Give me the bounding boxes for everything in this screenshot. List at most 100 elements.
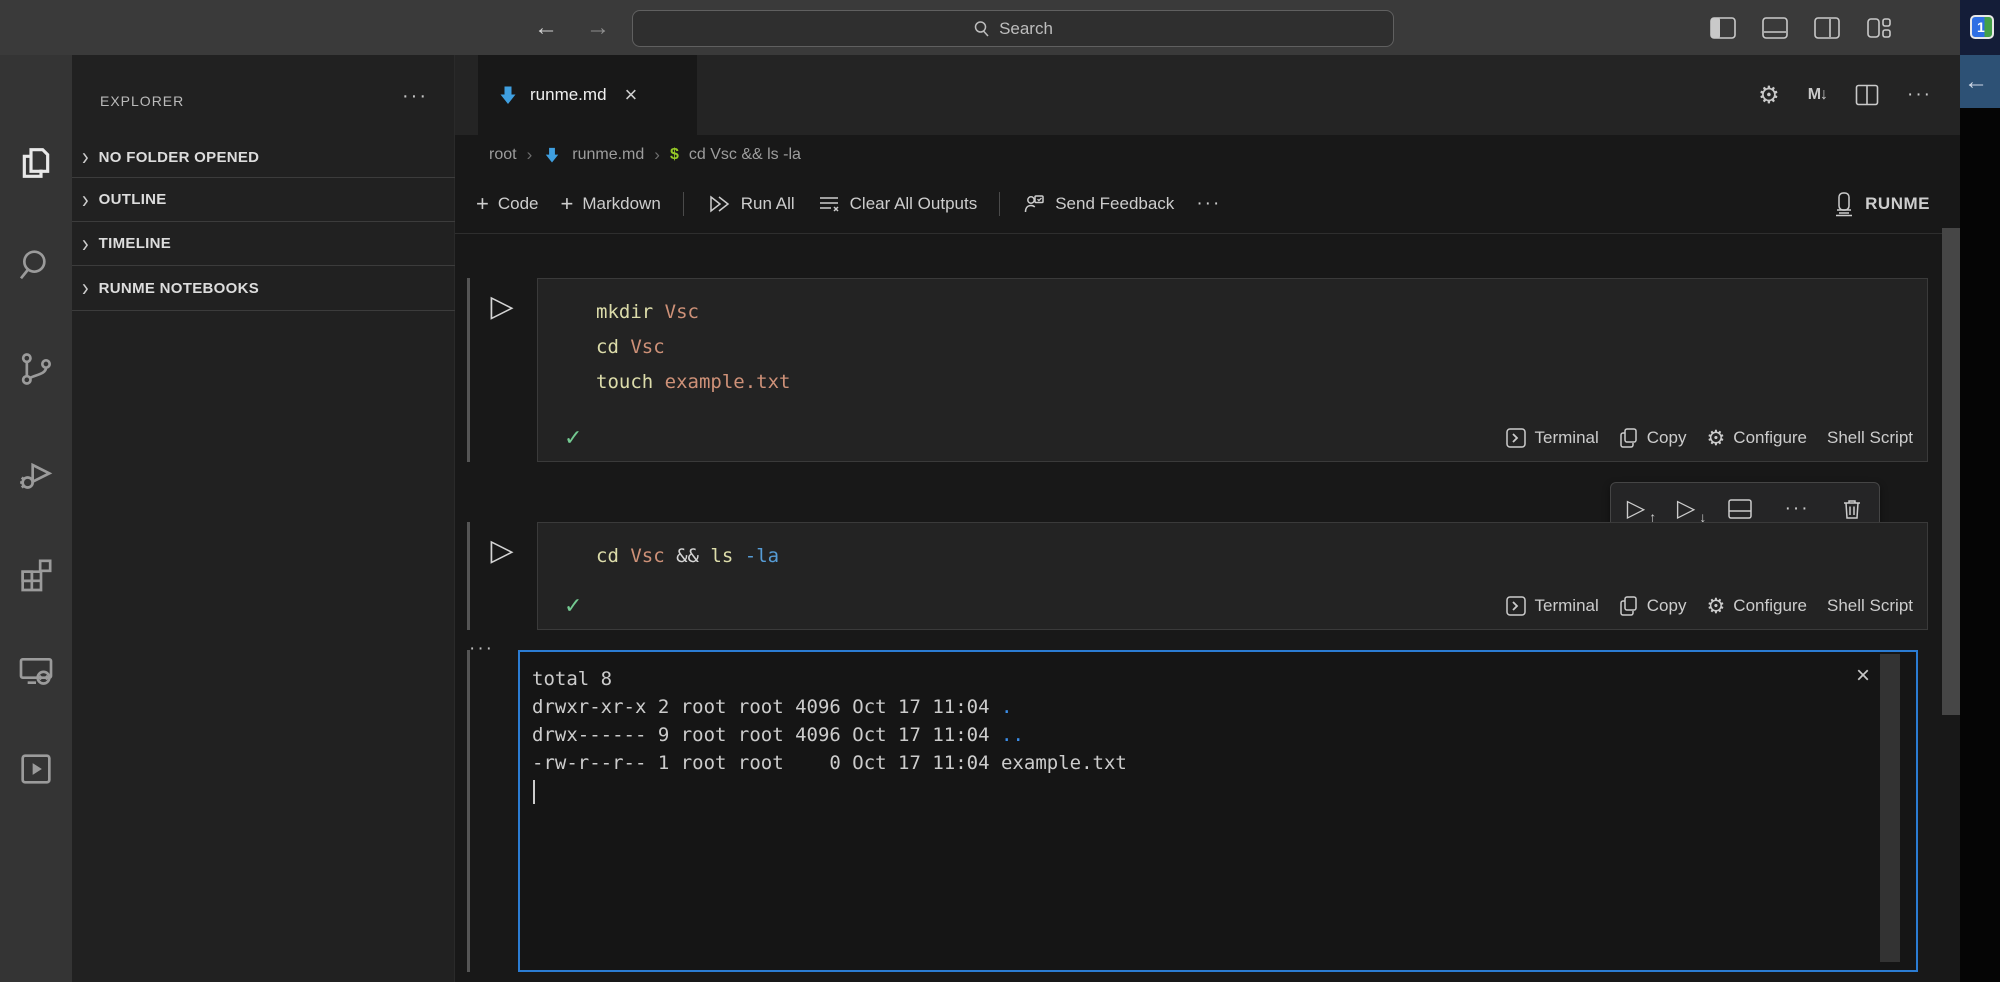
toolbar-divider — [999, 192, 1000, 216]
delete-cell-icon[interactable] — [1841, 497, 1863, 521]
run-all-icon — [706, 192, 732, 216]
success-check-icon: ✓ — [564, 425, 582, 451]
tab-runme-md[interactable]: runme.md × — [478, 55, 697, 135]
more-editor-actions-button[interactable]: ··· — [1907, 84, 1932, 106]
code-cell-1[interactable]: mkdir Vsccd Vsctouch example.txt ✓ Termi… — [537, 278, 1928, 462]
background-app-icon: 1 — [1970, 15, 1994, 39]
copy-button[interactable]: Copy — [1619, 595, 1687, 617]
breadcrumb: root › runme.md › $ cd Vsc && ls -la — [455, 135, 1960, 175]
sidebar-section-outline[interactable]: › OUTLINE — [72, 177, 455, 221]
remote-explorer-icon[interactable] — [14, 649, 58, 693]
code-cell-2[interactable]: cd Vsc && ls -la ✓ Terminal Copy ⚙ Confi… — [537, 522, 1928, 630]
notebook-settings-icon[interactable]: ⚙ — [1758, 81, 1780, 110]
run-and-debug-icon[interactable] — [14, 453, 58, 497]
send-feedback-button[interactable]: Send Feedback — [1022, 192, 1174, 216]
configure-button[interactable]: ⚙ Configure — [1706, 594, 1807, 619]
breadcrumb-cell-command[interactable]: cd Vsc && ls -la — [689, 146, 801, 164]
split-cell-button[interactable] — [1727, 498, 1753, 520]
titlebar: ← → Search — [0, 0, 1960, 55]
cell-focus-indicator[interactable] — [467, 278, 470, 462]
explorer-sidebar: EXPLORER ··· › NO FOLDER OPENED › OUTLIN… — [72, 55, 455, 982]
sidebar-section-runme-notebooks[interactable]: › RUNME NOTEBOOKS — [72, 265, 455, 311]
runme-badge[interactable]: RUNME — [1833, 191, 1930, 217]
activity-bar — [0, 55, 72, 982]
back-icon: ← — [1964, 68, 1988, 96]
add-code-cell-button[interactable]: + Code — [476, 193, 539, 215]
toolbar-divider — [683, 192, 684, 216]
execute-above-button[interactable]: ▷↑ — [1627, 497, 1645, 521]
source-control-icon[interactable] — [14, 347, 58, 391]
extensions-icon[interactable] — [14, 553, 58, 597]
runme-file-icon — [496, 83, 520, 107]
open-terminal-button[interactable]: Terminal — [1505, 427, 1599, 449]
run-cell-button[interactable]: ▷ — [485, 534, 519, 568]
cell-code[interactable]: cd Vsc && ls -la — [596, 539, 779, 574]
search-icon[interactable] — [14, 243, 58, 287]
add-markdown-cell-button[interactable]: + Markdown — [561, 193, 661, 215]
open-markdown-preview-button[interactable]: M↓ — [1808, 86, 1827, 104]
editor-actions: ⚙ M↓ ··· — [1758, 55, 1932, 135]
output-options-button[interactable]: ··· — [469, 638, 494, 660]
customize-layout-button[interactable] — [1866, 17, 1892, 39]
history-back-button[interactable]: ← — [534, 0, 558, 55]
run-all-button[interactable]: Run All — [706, 192, 795, 216]
editor-scrollbar-thumb[interactable] — [1942, 228, 1960, 715]
history-forward-button[interactable]: → — [586, 0, 610, 55]
cell-status-bar: ✓ Terminal Copy ⚙ Configure Shell Script — [538, 589, 1927, 623]
sidebar-section-no-folder-opened[interactable]: › NO FOLDER OPENED — [72, 135, 455, 179]
command-center-search[interactable]: Search — [632, 10, 1394, 47]
background-window-back-row: ← — [1960, 55, 2000, 108]
breadcrumb-file[interactable]: runme.md — [572, 146, 644, 164]
explorer-icon[interactable] — [14, 141, 58, 185]
split-editor-icon[interactable] — [1855, 84, 1879, 106]
execute-below-button[interactable]: ▷↓ — [1677, 497, 1695, 521]
tab-close-icon[interactable]: × — [625, 82, 638, 108]
sidebar-more-actions-button[interactable]: ··· — [402, 85, 428, 108]
configure-button[interactable]: ⚙ Configure — [1706, 426, 1807, 451]
search-placeholder: Search — [999, 19, 1053, 39]
cell-focus-indicator[interactable] — [467, 522, 470, 630]
notebook-canvas: ▷ mkdir Vsccd Vsctouch example.txt ✓ Ter… — [455, 234, 1960, 982]
chevron-right-icon: › — [654, 145, 660, 165]
forward-icon: → — [586, 14, 610, 42]
runme-panel-icon[interactable] — [14, 747, 58, 791]
cell-more-actions-button[interactable]: ··· — [1785, 498, 1810, 520]
background-window-sliver: 1 ← — [1960, 0, 2000, 982]
close-output-icon[interactable]: × — [1856, 664, 1870, 688]
breadcrumb-prompt-symbol: $ — [670, 146, 679, 164]
back-icon: ← — [534, 14, 558, 42]
cell-language-label[interactable]: Shell Script — [1827, 428, 1913, 448]
runme-logo-icon — [1833, 191, 1855, 217]
cell-output-terminal[interactable]: × total 8drwxr-xr-x 2 root root 4096 Oct… — [518, 650, 1918, 972]
cell-code[interactable]: mkdir Vsccd Vsctouch example.txt — [596, 295, 790, 400]
chevron-right-icon: › — [82, 231, 89, 256]
open-terminal-button[interactable]: Terminal — [1505, 595, 1599, 617]
sidebar-section-timeline[interactable]: › TIMELINE — [72, 221, 455, 265]
clear-all-outputs-button[interactable]: Clear All Outputs — [817, 193, 978, 215]
clear-all-outputs-icon — [817, 193, 841, 215]
chevron-right-icon: › — [82, 145, 89, 170]
output-focus-indicator — [467, 650, 470, 972]
terminal-output-text: total 8drwxr-xr-x 2 root root 4096 Oct 1… — [532, 665, 1127, 777]
toggle-primary-sidebar-button[interactable] — [1710, 17, 1736, 39]
gear-icon: ⚙ — [1706, 594, 1725, 619]
chevron-right-icon: › — [82, 187, 89, 212]
cell-status-bar: ✓ Terminal Copy ⚙ Configure Shell Script — [538, 421, 1927, 455]
toggle-secondary-sidebar-button[interactable] — [1814, 17, 1840, 39]
chevron-right-icon: › — [527, 145, 533, 165]
copy-icon — [1619, 595, 1639, 617]
gear-icon: ⚙ — [1706, 426, 1725, 451]
notebook-toolbar: + Code + Markdown Run All Clear All Outp… — [455, 175, 1960, 234]
output-scrollbar[interactable] — [1880, 654, 1900, 962]
terminal-icon — [1505, 427, 1527, 449]
copy-button[interactable]: Copy — [1619, 427, 1687, 449]
breadcrumb-root[interactable]: root — [489, 146, 517, 164]
feedback-person-icon — [1022, 192, 1046, 216]
terminal-cursor — [533, 780, 535, 804]
sidebar-title: EXPLORER — [100, 93, 184, 109]
run-cell-button[interactable]: ▷ — [485, 290, 519, 324]
toolbar-more-actions-button[interactable]: ··· — [1196, 193, 1221, 215]
toggle-panel-button[interactable] — [1762, 17, 1788, 39]
layout-controls — [1710, 0, 1892, 55]
cell-language-label[interactable]: Shell Script — [1827, 596, 1913, 616]
